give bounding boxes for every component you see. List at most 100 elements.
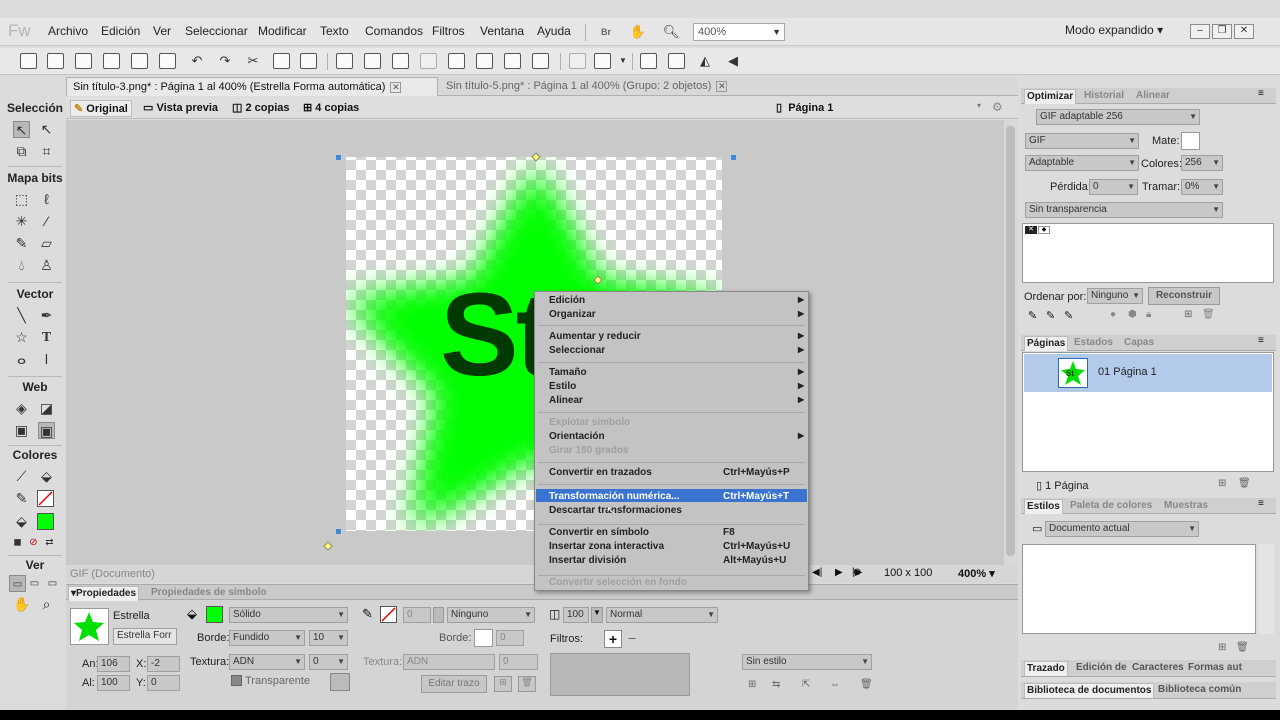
delete-page-icon[interactable]: 🗑︎ [1238,478,1251,489]
color-table[interactable]: ✕ ◆ [1022,223,1274,283]
context-menu-item[interactable]: Organizar ▶ [549,309,804,320]
context-menu-item[interactable]: Insertar zona interactiva Ctrl+Mayús+U [549,541,790,552]
context-menu-item[interactable]: Convertir selección en fondo [549,577,687,588]
y-field[interactable]: 0 [147,675,180,691]
close-button[interactable]: ✕ [1234,24,1254,39]
vertical-scrollbar[interactable] [1004,120,1018,565]
delete-style-icon[interactable]: 🗑︎ [1236,642,1249,653]
context-menu-item[interactable]: Convertir en símbolo F8 [549,527,735,538]
scale-tool-icon[interactable]: ⧉ [13,143,30,160]
tab-original[interactable]: ✎ Original [70,100,132,117]
dither-field[interactable]: 0% ▼ [1181,179,1223,195]
object-name-field[interactable]: Estrella Forr [113,628,177,645]
fill-color-swatch[interactable] [206,606,223,623]
context-menu-item[interactable]: Explotar símbolo [549,417,630,428]
stroke-color-swatch[interactable] [37,490,54,507]
opacity-slider[interactable]: ▼ [591,607,603,623]
stroke-color-icon[interactable]: ✎ [13,490,30,507]
lasso-tool-icon[interactable]: ℓ [38,191,55,208]
rebuild-button[interactable]: Reconstruir [1148,287,1220,305]
tab-trazado[interactable]: Trazado [1024,661,1068,676]
import-icon[interactable] [103,53,120,69]
show-slices-icon[interactable]: ▣ [38,422,55,439]
context-menu-item[interactable]: Orientación ▶ [549,431,804,442]
tab-formas-aut[interactable]: Formas aut [1188,661,1242,676]
stroke-texture-value[interactable]: 0 [499,654,538,670]
first-frame-icon[interactable]: ◀| [812,567,822,578]
freeform-tool-icon[interactable]: ⴰ [13,351,30,368]
status-zoom[interactable]: 400% ▾ [958,567,995,580]
crop-tool-icon[interactable]: ⌗ [38,143,55,160]
menu-edicion[interactable]: Edición [101,24,140,38]
menu-seleccionar[interactable]: Seleccionar [185,24,248,38]
edit-stroke-button[interactable]: Editar trazo [421,675,487,693]
sort-select[interactable]: Ninguno ▼ [1087,288,1143,304]
tab-muestras[interactable]: Muestras [1164,499,1208,514]
new-file-icon[interactable] [20,53,37,69]
filters-list[interactable] [550,653,690,696]
hand-tool-icon[interactable]: ✋ [13,596,30,613]
line-tool-icon[interactable]: ╲ [13,307,30,324]
pencil-tool-icon[interactable]: ✎ [13,235,30,252]
context-menu-item[interactable]: Girar 180 grados [549,445,628,456]
styles-source-select[interactable]: Documento actual ▼ [1045,521,1199,537]
height-field[interactable]: 100 [97,675,130,691]
stroke-width-field[interactable]: 0 [403,607,431,623]
context-menu-item[interactable]: Seleccionar ▶ [549,345,804,356]
export-icon[interactable] [131,53,148,69]
fill-type-select[interactable]: Sólido ▼ [229,607,348,623]
join-icon[interactable] [392,53,409,69]
text-tool-icon[interactable]: T [38,329,55,346]
stroke-color-swatch[interactable] [380,606,397,623]
width-field[interactable]: 106 [97,656,130,672]
panel-menu-icon[interactable]: ≡ [1258,88,1264,99]
chevron-down-icon[interactable]: ▼ [612,51,634,71]
tab-paleta-colores[interactable]: Paleta de colores [1070,499,1152,514]
rotate-left-icon[interactable] [640,53,657,69]
open-icon[interactable] [75,53,92,69]
add-page-icon[interactable]: ⊞ [1218,478,1226,489]
menu-modificar[interactable]: Modificar [258,24,307,38]
tab-4-copias[interactable]: ⊞ 4 copias [303,100,359,117]
page-selector[interactable]: ▯ Página 1 [776,100,833,117]
ungroup-icon[interactable] [364,53,381,69]
pointer-tool-icon[interactable]: ↖ [13,121,30,138]
star-control-point[interactable] [323,541,333,551]
lock-icon[interactable]: 🔒︎ [1146,309,1151,320]
add-color-icon[interactable]: ⊞ [1184,309,1192,320]
panel-menu-icon[interactable]: ≡ [1258,498,1264,509]
blend-mode-select[interactable]: Normal ▼ [606,607,718,623]
cube-icon[interactable]: ⬢ [1128,309,1137,320]
stroke-option-icon[interactable]: ⊞ [494,676,512,692]
stroke-width-slider[interactable] [433,607,444,623]
edge-select[interactable]: Fundido ▼ [229,630,305,646]
swap-colors-icon[interactable]: ⇄ [41,534,58,551]
transparent-color-icon[interactable]: ✎ [1046,309,1055,322]
bring-forward-icon[interactable] [476,53,493,69]
menu-texto[interactable]: Texto [320,24,349,38]
context-menu-item[interactable]: Transformación numérica... Ctrl+Mayús+T [549,491,789,502]
redefine-style-icon[interactable]: ⇆ [772,679,780,690]
standard-screen-icon[interactable]: ▭ [9,575,26,592]
page-item[interactable]: St 01 Página 1 [1024,354,1272,392]
menu-ver[interactable]: Ver [153,24,171,38]
stroke-texture-select[interactable]: ADN [403,654,495,670]
tab-capas[interactable]: Capas [1124,336,1154,351]
menu-comandos[interactable]: Comandos [365,24,423,38]
flip-horizontal-icon[interactable]: ◭ [694,51,716,71]
override-style-icon[interactable]: ⇔ [830,679,840,690]
stroke-edge-field[interactable]: 0 [496,630,524,646]
save-icon[interactable] [47,53,64,69]
palette-select[interactable]: Adaptable ▼ [1025,155,1139,171]
context-menu-item[interactable]: Convertir en trazados Ctrl+Mayús+P [549,467,790,478]
tab-caracteres[interactable]: Caracteres [1132,661,1184,676]
no-color-icon[interactable]: ⊘ [25,534,42,551]
menu-ventana[interactable]: Ventana [480,24,524,38]
star-shape-tool-icon[interactable]: ☆ [13,329,30,346]
subselect-tool-icon[interactable]: ↖ [38,121,55,138]
menu-ayuda[interactable]: Ayuda [537,24,571,38]
texture-preview[interactable] [330,673,350,691]
hide-slices-icon[interactable]: ▣ [13,422,30,439]
bring-front-icon[interactable] [448,53,465,69]
tab-estilos[interactable]: Estilos [1024,499,1063,514]
